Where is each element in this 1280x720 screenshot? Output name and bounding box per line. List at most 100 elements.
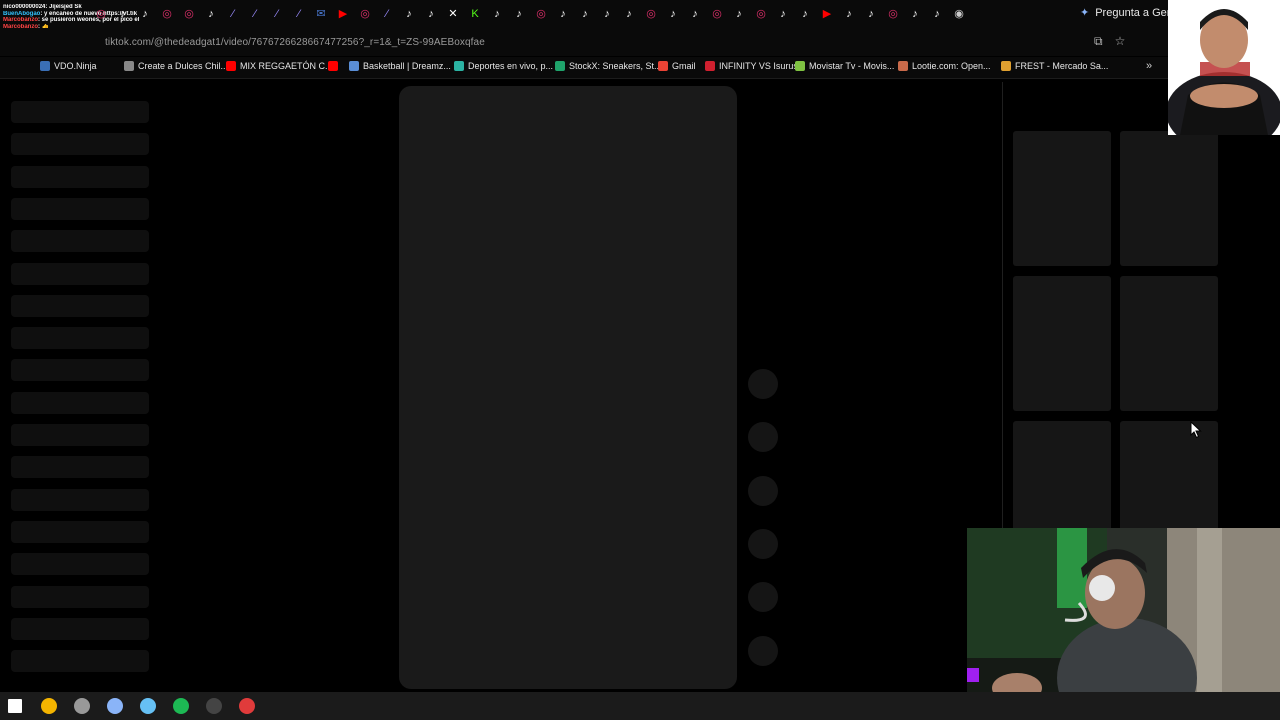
instagram-icon[interactable]: ◎ <box>90 3 112 25</box>
install-app-icon[interactable]: ⧉ <box>1094 34 1103 49</box>
action-button-skeleton[interactable] <box>748 528 778 559</box>
tiktok-icon[interactable]: ♪ <box>618 3 640 25</box>
app-red-icon[interactable] <box>239 698 255 714</box>
action-button-skeleton[interactable] <box>748 635 778 666</box>
gemini-icon: ✦ <box>1080 7 1090 19</box>
tiktok-icon[interactable]: ♪ <box>838 3 860 25</box>
tiktok-icon[interactable]: ♪ <box>860 3 882 25</box>
sidebar-skeleton-item <box>11 133 149 156</box>
instagram-icon[interactable]: ◎ <box>530 3 552 25</box>
x-icon[interactable]: ✕ <box>442 3 464 25</box>
stockx-icon <box>555 61 565 71</box>
sidebar-skeleton-item <box>11 650 149 673</box>
mouse-cursor-icon <box>1190 421 1202 439</box>
feather-icon[interactable]: ⁄ <box>222 3 244 25</box>
feather-icon[interactable]: ⁄ <box>288 3 310 25</box>
steam-icon[interactable] <box>140 698 156 714</box>
bookmark-item[interactable]: Deportes en vivo, p... <box>454 61 553 71</box>
tiktok-icon[interactable]: ♪ <box>596 3 618 25</box>
bookmark-label: Movistar Tv - Movis... <box>809 61 895 71</box>
tiktok-icon[interactable]: ♪ <box>772 3 794 25</box>
tiktok-icon[interactable]: ♪ <box>662 3 684 25</box>
sidebar-skeleton-item <box>11 424 149 446</box>
tiktok-icon[interactable]: ♪ <box>794 3 816 25</box>
feather-icon[interactable]: ⁄ <box>266 3 288 25</box>
tiktok-icon[interactable]: ♪ <box>398 3 420 25</box>
bookmark-item[interactable]: Lootie.com: Open... <box>898 61 991 71</box>
chrome-icon[interactable]: ◉ <box>948 3 970 25</box>
action-button-skeleton[interactable] <box>748 422 778 453</box>
app-icon[interactable] <box>74 698 90 714</box>
tiktok-icon[interactable]: ♪ <box>926 3 948 25</box>
kick-icon[interactable]: K <box>464 3 486 25</box>
spotify-icon[interactable] <box>173 698 189 714</box>
video-player-skeleton <box>399 86 737 689</box>
windows-taskbar <box>0 692 1280 720</box>
page-icon <box>124 61 134 71</box>
youtube-icon <box>328 61 338 71</box>
instagram-icon[interactable]: ◎ <box>156 3 178 25</box>
sidebar-skeleton-item <box>11 294 149 317</box>
instagram-icon[interactable]: ◎ <box>750 3 772 25</box>
video-thumbnail-skeleton[interactable] <box>1013 131 1111 266</box>
instagram-icon[interactable]: ◎ <box>178 3 200 25</box>
bookmarks-overflow-icon[interactable]: » <box>1146 60 1152 72</box>
chrome-icon[interactable] <box>41 698 57 714</box>
youtube-icon[interactable]: ▶ <box>816 3 838 25</box>
tiktok-icon[interactable]: ♪ <box>112 3 134 25</box>
chat-username: Marcobanzo <box>3 17 39 23</box>
tiktok-icon[interactable]: ♪ <box>552 3 574 25</box>
feather-icon[interactable]: ⁄ <box>244 3 266 25</box>
sidebar-skeleton-item <box>11 101 149 123</box>
gmail-icon <box>658 61 668 71</box>
instagram-icon[interactable]: ◎ <box>706 3 728 25</box>
url-field[interactable]: tiktok.com/@thedeadgat1/video/7676726628… <box>105 37 485 48</box>
instagram-icon[interactable]: ◎ <box>354 3 376 25</box>
bookmark-item[interactable]: VDO.Ninja <box>40 61 97 71</box>
obs-icon[interactable] <box>206 698 222 714</box>
movistar-icon <box>795 61 805 71</box>
bookmark-item[interactable]: Gmail <box>658 61 696 71</box>
bookmark-item[interactable]: StockX: Sneakers, St... <box>555 61 662 71</box>
tiktok-icon[interactable]: ♪ <box>728 3 750 25</box>
action-button-skeleton[interactable] <box>748 582 778 613</box>
feather-icon[interactable]: ⁄ <box>376 3 398 25</box>
tiktok-icon[interactable]: ♪ <box>508 3 530 25</box>
bookmark-item[interactable]: Create a Dulces Chil... <box>124 61 228 71</box>
tiktok-icon[interactable]: ♪ <box>486 3 508 25</box>
bookmark-item[interactable]: Basketball | Dreamz... <box>349 61 451 71</box>
instagram-icon[interactable]: ◎ <box>882 3 904 25</box>
tab-icons[interactable]: ◎ ♪ ♪ ◎ ◎ ♪ ⁄ ⁄ ⁄ ⁄ ✉ ▶ ◎ ⁄ ♪ ♪ ✕ K ♪ ♪ ◎ ♪ ♪ ♪ ♪ ◎ ♪ ♪ ◎ ♪ ◎ ♪ ♪ ▶ ♪ ♪ ◎ ♪ ♪ ◉ <box>90 3 970 25</box>
instagram-icon[interactable]: ◎ <box>640 3 662 25</box>
video-thumbnail-skeleton[interactable] <box>1120 276 1218 411</box>
sidebar-skeleton-item <box>11 617 149 640</box>
chrome-profile-icon[interactable] <box>107 698 123 714</box>
video-thumbnail-skeleton[interactable] <box>1013 276 1111 411</box>
bookmark-label: FREST - Mercado Sa... <box>1015 61 1109 71</box>
sidebar-skeleton-item <box>11 359 149 382</box>
address-bar-icons: ⧉ ☆ <box>1094 34 1125 49</box>
action-button-skeleton[interactable] <box>748 369 778 399</box>
tiktok-icon[interactable]: ♪ <box>684 3 706 25</box>
bookmark-item[interactable]: Movistar Tv - Movis... <box>795 61 894 71</box>
action-button-skeleton[interactable] <box>748 475 778 506</box>
lootie-icon <box>898 61 908 71</box>
youtube-icon[interactable]: ▶ <box>332 3 354 25</box>
windows-start-icon[interactable] <box>8 699 22 713</box>
bookmark-label: Deportes en vivo, p... <box>468 61 554 71</box>
bookmark-item[interactable]: FREST - Mercado Sa... <box>1001 61 1108 71</box>
tiktok-icon[interactable]: ♪ <box>904 3 926 25</box>
tiktok-icon[interactable]: ♪ <box>420 3 442 25</box>
bookmark-item[interactable]: INFINITY VS Isurus <box>705 61 798 71</box>
video-thumbnail-skeleton[interactable] <box>1120 131 1218 266</box>
bookmark-star-icon[interactable]: ☆ <box>1115 34 1126 49</box>
tiktok-icon[interactable]: ♪ <box>134 3 156 25</box>
tiktok-icon[interactable]: ♪ <box>200 3 222 25</box>
bookmark-label: Create a Dulces Chil... <box>138 61 229 71</box>
bookmark-item[interactable] <box>328 61 342 71</box>
bookmark-item[interactable]: MIX REGGAETÓN C... <box>226 61 333 71</box>
tiktok-icon[interactable]: ♪ <box>574 3 596 25</box>
sidebar-skeleton-item <box>11 327 149 350</box>
sidebar-skeleton-item <box>11 488 149 511</box>
mail-icon[interactable]: ✉ <box>310 3 332 25</box>
